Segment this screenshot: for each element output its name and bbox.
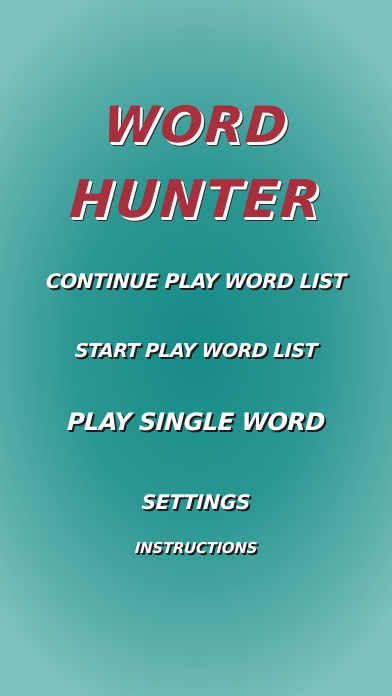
start-play-word-list-button[interactable]: START PLAY WORD LIST [0,337,392,365]
instructions-button[interactable]: INSTRUCTIONS [0,537,392,559]
app-title-hunter: HUNTER [67,170,325,230]
app-title-word: WORD [101,96,291,154]
settings-button[interactable]: SETTINGS [0,488,392,516]
play-single-word-button[interactable]: PLAY SINGLE WORD [0,405,392,439]
continue-play-word-list-button[interactable]: CONTINUE PLAY WORD LIST [0,266,392,296]
main-menu-screen: WORD HUNTER CONTINUE PLAY WORD LIST STAR… [0,0,392,696]
